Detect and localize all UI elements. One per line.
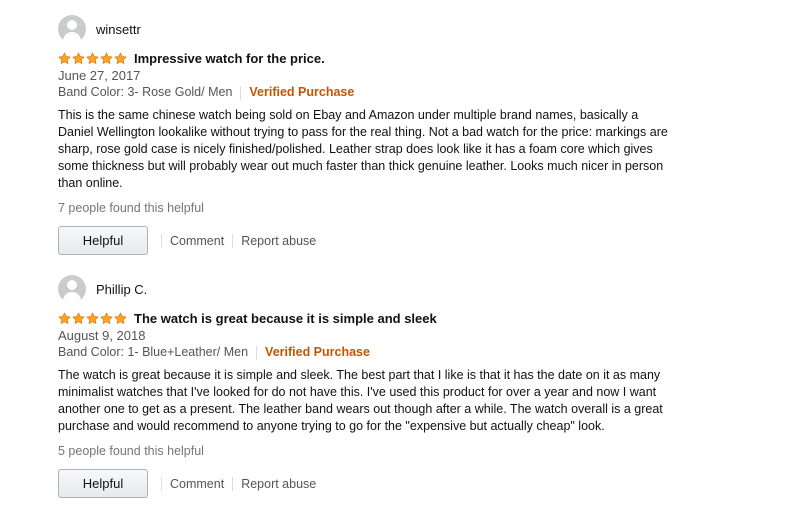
- divider: [240, 85, 242, 100]
- star-icon: [72, 312, 85, 324]
- avatar-head: [67, 280, 77, 290]
- star-icon: [86, 52, 99, 64]
- star-icon: [86, 312, 99, 324]
- star-rating[interactable]: [58, 52, 128, 65]
- report-abuse-link[interactable]: Report abuse: [241, 477, 316, 491]
- avatar[interactable]: [58, 15, 86, 43]
- review-card: Phillip C. The watch is great because it…: [58, 274, 678, 498]
- review-title[interactable]: The watch is great because it is simple …: [134, 311, 437, 326]
- star-icon: [114, 312, 127, 324]
- review-format-row: Band Color: 1- Blue+Leather/ Men Verifie…: [58, 344, 678, 361]
- helpful-button[interactable]: Helpful: [58, 469, 148, 498]
- comment-link[interactable]: Comment: [170, 477, 224, 491]
- star-icon: [114, 52, 127, 64]
- star-icon: [58, 312, 71, 324]
- review-date: June 27, 2017: [58, 68, 141, 83]
- star-icon: [58, 52, 71, 64]
- review-card: winsettr Impressive watch for the price.…: [58, 14, 678, 255]
- divider: [232, 233, 234, 248]
- reviewer-name[interactable]: Phillip C.: [96, 282, 147, 297]
- helpful-button[interactable]: Helpful: [58, 226, 148, 255]
- avatar-head: [67, 20, 77, 30]
- divider: [232, 476, 234, 491]
- divider: [256, 345, 258, 360]
- review-title-row: The watch is great because it is simple …: [58, 310, 678, 326]
- divider: [161, 233, 162, 248]
- divider: [161, 476, 162, 491]
- review-actions: Helpful Comment Report abuse: [58, 469, 678, 498]
- star-icon: [72, 52, 85, 64]
- review-title-row: Impressive watch for the price.: [58, 50, 678, 66]
- helpful-count: 7 people found this helpful: [58, 201, 204, 215]
- review-title[interactable]: Impressive watch for the price.: [134, 51, 325, 66]
- review-body: This is the same chinese watch being sol…: [58, 108, 668, 190]
- star-icon: [100, 312, 113, 324]
- star-icon: [100, 52, 113, 64]
- verified-purchase-badge: Verified Purchase: [265, 345, 370, 359]
- avatar[interactable]: [58, 275, 86, 303]
- product-variant[interactable]: Band Color: 3- Rose Gold/ Men: [58, 84, 232, 101]
- helpful-count: 5 people found this helpful: [58, 444, 204, 458]
- product-variant[interactable]: Band Color: 1- Blue+Leather/ Men: [58, 344, 248, 361]
- avatar-body: [63, 32, 81, 43]
- report-abuse-link[interactable]: Report abuse: [241, 234, 316, 248]
- comment-link[interactable]: Comment: [170, 234, 224, 248]
- review-format-row: Band Color: 3- Rose Gold/ Men Verified P…: [58, 84, 678, 101]
- avatar-body: [63, 292, 81, 303]
- reviewer-profile[interactable]: winsettr: [58, 14, 678, 44]
- reviewer-profile[interactable]: Phillip C.: [58, 274, 678, 304]
- review-date: August 9, 2018: [58, 328, 146, 343]
- reviewer-name[interactable]: winsettr: [96, 22, 141, 37]
- review-body: The watch is great because it is simple …: [58, 368, 663, 433]
- review-actions: Helpful Comment Report abuse: [58, 226, 678, 255]
- verified-purchase-badge: Verified Purchase: [249, 85, 355, 99]
- star-rating[interactable]: [58, 312, 128, 325]
